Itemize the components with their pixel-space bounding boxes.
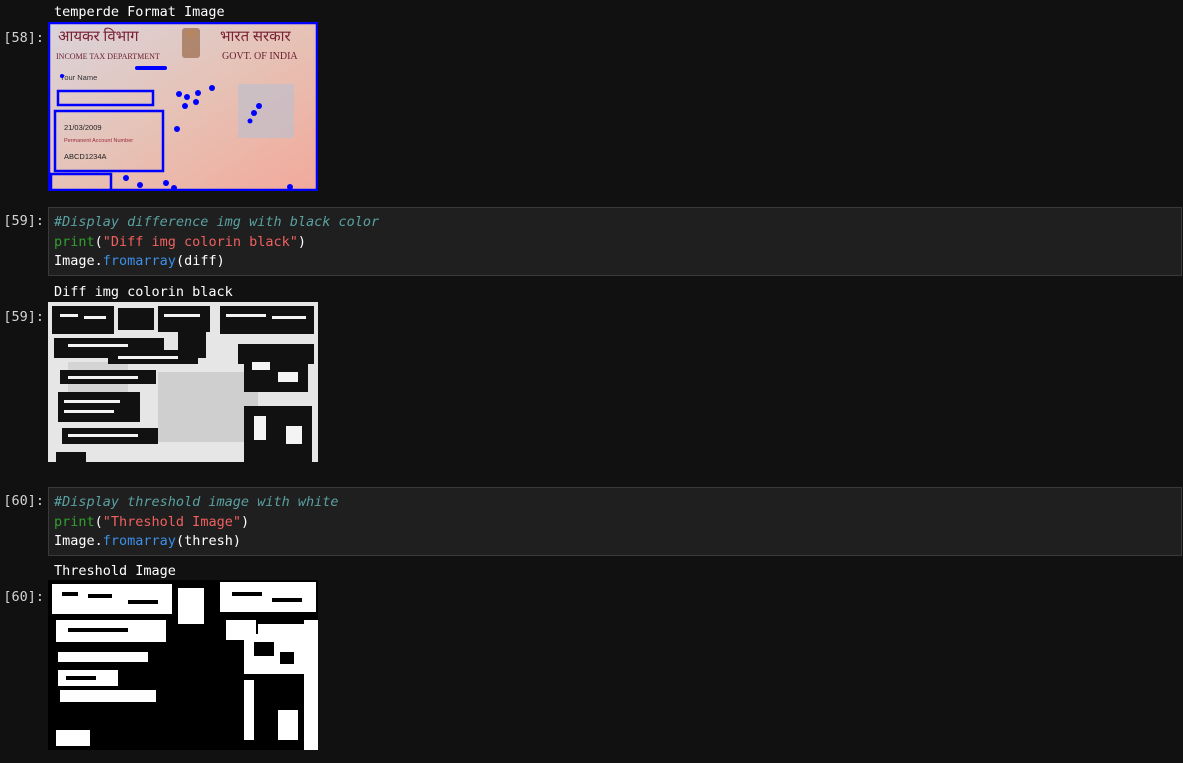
card-hindi-left: आयकर विभाग [58,27,139,45]
code-cell-59[interactable]: #Display difference img with black color… [48,207,1182,276]
output-prompt-60: [60]: [3,589,44,605]
output-stdout-58: temperde Format Image [54,4,225,20]
code-paren-close: ) [297,233,306,250]
card-pan-label: Permanent Account Number [64,138,133,144]
code-args: (thresh) [175,533,241,549]
output-stdout-60: Threshold Image [54,563,176,579]
code-fromarray-method: fromarray [102,253,176,269]
tampered-pan-card-image: आयकर विभाग INCOME TAX DEPARTMENT भारत सर… [48,22,318,191]
diff-image [48,302,318,470]
output-prompt-59: [59]: [3,309,44,325]
code-fromarray-method: fromarray [102,533,176,549]
code-comment: #Display difference img with black color [54,214,380,230]
code-cell-60[interactable]: #Display threshold image with white prin… [48,487,1182,556]
emblem-icon [182,28,200,58]
code-string: "Diff img colorin black" [102,233,298,250]
code-string: "Threshold Image" [102,513,241,530]
input-prompt-59: [59]: [3,213,44,229]
code-paren-open: ( [94,233,103,250]
hologram-icon [238,84,294,138]
code-comment: #Display threshold image with white [54,494,339,510]
card-dept-label: INCOME TAX DEPARTMENT [56,52,160,61]
code-args: (diff) [175,253,225,269]
card-hindi-right: भारत सरकार [220,29,292,45]
card-govt-label: GOVT. OF INDIA [222,51,298,62]
code-paren-open: ( [94,513,103,530]
card-pan-number: ABCD1234A [64,152,107,161]
threshold-image [48,580,318,750]
card-dob: 21/03/2009 [64,123,102,132]
code-print-keyword: print [54,233,95,250]
card-name-label: Your Name [60,73,97,82]
input-prompt-60: [60]: [3,493,44,509]
output-stdout-59: Diff img colorin black [54,284,233,300]
code-print-keyword: print [54,513,95,530]
output-prompt-58: [58]: [3,30,44,46]
code-image-object: Image. [54,253,103,269]
code-image-object: Image. [54,533,103,549]
code-paren-close: ) [240,513,250,530]
